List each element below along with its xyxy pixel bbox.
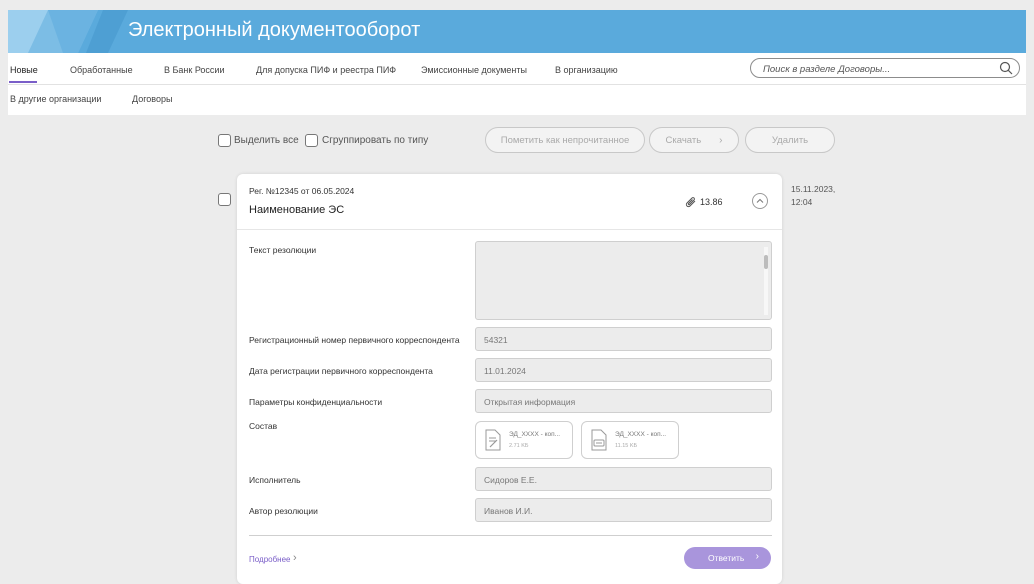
resolution-text-field[interactable] bbox=[475, 241, 772, 320]
nav-divider bbox=[8, 84, 1026, 85]
executor-label: Исполнитель bbox=[249, 475, 301, 485]
group-by-type-checkbox[interactable] bbox=[305, 134, 318, 147]
delete-label: Удалить bbox=[771, 134, 809, 146]
chevron-up-icon bbox=[756, 198, 764, 203]
reply-label: Ответить bbox=[708, 553, 745, 563]
confidentiality-field: Открытая информация bbox=[475, 389, 772, 413]
chevron-right-icon: › bbox=[755, 551, 759, 562]
file-attachment[interactable]: ЭД_XXXX - коп... 2.71 KБ bbox=[475, 421, 573, 459]
file-name: ЭД_XXXX - коп... bbox=[615, 431, 667, 438]
delete-button[interactable]: Удалить bbox=[745, 127, 835, 153]
scrollbar-thumb[interactable] bbox=[764, 255, 768, 269]
document-date: 15.11.2023, 12:04 bbox=[791, 184, 836, 207]
scrollbar[interactable] bbox=[764, 247, 768, 315]
chevron-right-icon[interactable]: › bbox=[293, 552, 297, 564]
executor-field: Сидоров Е.Е. bbox=[475, 467, 772, 491]
search-box[interactable] bbox=[750, 58, 1020, 78]
select-all-checkbox[interactable] bbox=[218, 134, 231, 147]
card-footer-divider bbox=[249, 535, 772, 536]
primary-reg-date-label: Дата регистрации первичного корреспонден… bbox=[249, 366, 433, 376]
tab-emission-documents[interactable]: Эмиссионные документы bbox=[421, 65, 527, 75]
signed-document-icon bbox=[485, 429, 501, 451]
tab-to-bank-of-russia[interactable]: В Банк России bbox=[164, 65, 225, 75]
tab-new[interactable]: Новые bbox=[10, 65, 38, 75]
confidentiality-label: Параметры конфиденциальности bbox=[249, 397, 383, 407]
collapse-button[interactable] bbox=[752, 193, 768, 209]
tab-processed[interactable]: Обработанные bbox=[70, 65, 133, 75]
group-by-type-label[interactable]: Сгруппировать по типу bbox=[322, 135, 428, 146]
tab-pif-admission[interactable]: Для допуска ПИФ и реестра ПИФ bbox=[256, 65, 396, 75]
download-label: Скачать bbox=[665, 134, 702, 146]
search-icon[interactable] bbox=[999, 61, 1013, 75]
app-header: Электронный документооборот bbox=[8, 10, 1026, 53]
mark-unread-button[interactable]: Пометить как непрочитанное bbox=[485, 127, 645, 153]
registration-info: Рег. №12345 от 06.05.2024 bbox=[249, 186, 355, 196]
more-details-link[interactable]: Подробнее bbox=[249, 555, 291, 564]
tab-to-other-organizations[interactable]: В другие организации bbox=[10, 94, 101, 104]
document-card: Рег. №12345 от 06.05.2024 Наименование Э… bbox=[237, 174, 782, 584]
reply-button[interactable]: Ответить › bbox=[684, 547, 771, 569]
tab-to-organization[interactable]: В организацию bbox=[555, 65, 618, 75]
tab-contracts[interactable]: Договоры bbox=[132, 94, 172, 104]
resolution-author-label: Автор резолюции bbox=[249, 506, 318, 516]
mark-unread-label: Пометить как непрочитанное bbox=[500, 134, 630, 146]
document-archive-icon bbox=[591, 429, 607, 451]
logo-graphic bbox=[8, 10, 128, 53]
file-size: 11.15 KБ bbox=[615, 443, 638, 449]
attachments-size: 13.86 bbox=[700, 197, 723, 207]
download-button[interactable]: Скачать › bbox=[649, 127, 739, 153]
primary-reg-number-label: Регистрационный номер первичного корресп… bbox=[249, 335, 460, 345]
app-title: Электронный документооборот bbox=[128, 19, 421, 41]
file-size: 2.71 KБ bbox=[509, 443, 529, 449]
document-title[interactable]: Наименование ЭС bbox=[249, 204, 344, 216]
resolution-author-field: Иванов И.И. bbox=[475, 498, 772, 522]
chevron-right-icon: › bbox=[719, 134, 723, 146]
resolution-text-label: Текст резолюции bbox=[249, 245, 317, 255]
card-header-divider bbox=[237, 229, 782, 230]
file-name: ЭД_XXXX - коп... bbox=[509, 431, 561, 438]
file-attachment[interactable]: ЭД_XXXX - коп... 11.15 KБ bbox=[581, 421, 679, 459]
document-checkbox[interactable] bbox=[218, 193, 231, 206]
composition-label: Состав bbox=[249, 421, 278, 431]
paperclip-icon bbox=[685, 197, 696, 208]
select-all-label[interactable]: Выделить все bbox=[234, 135, 299, 146]
search-input[interactable] bbox=[761, 61, 985, 77]
primary-reg-date-field: 11.01.2024 bbox=[475, 358, 772, 382]
section-nav: Новые Обработанные В Банк России Для доп… bbox=[8, 53, 1026, 115]
active-tab-indicator bbox=[9, 81, 37, 83]
primary-reg-number-field: 54321 bbox=[475, 327, 772, 351]
